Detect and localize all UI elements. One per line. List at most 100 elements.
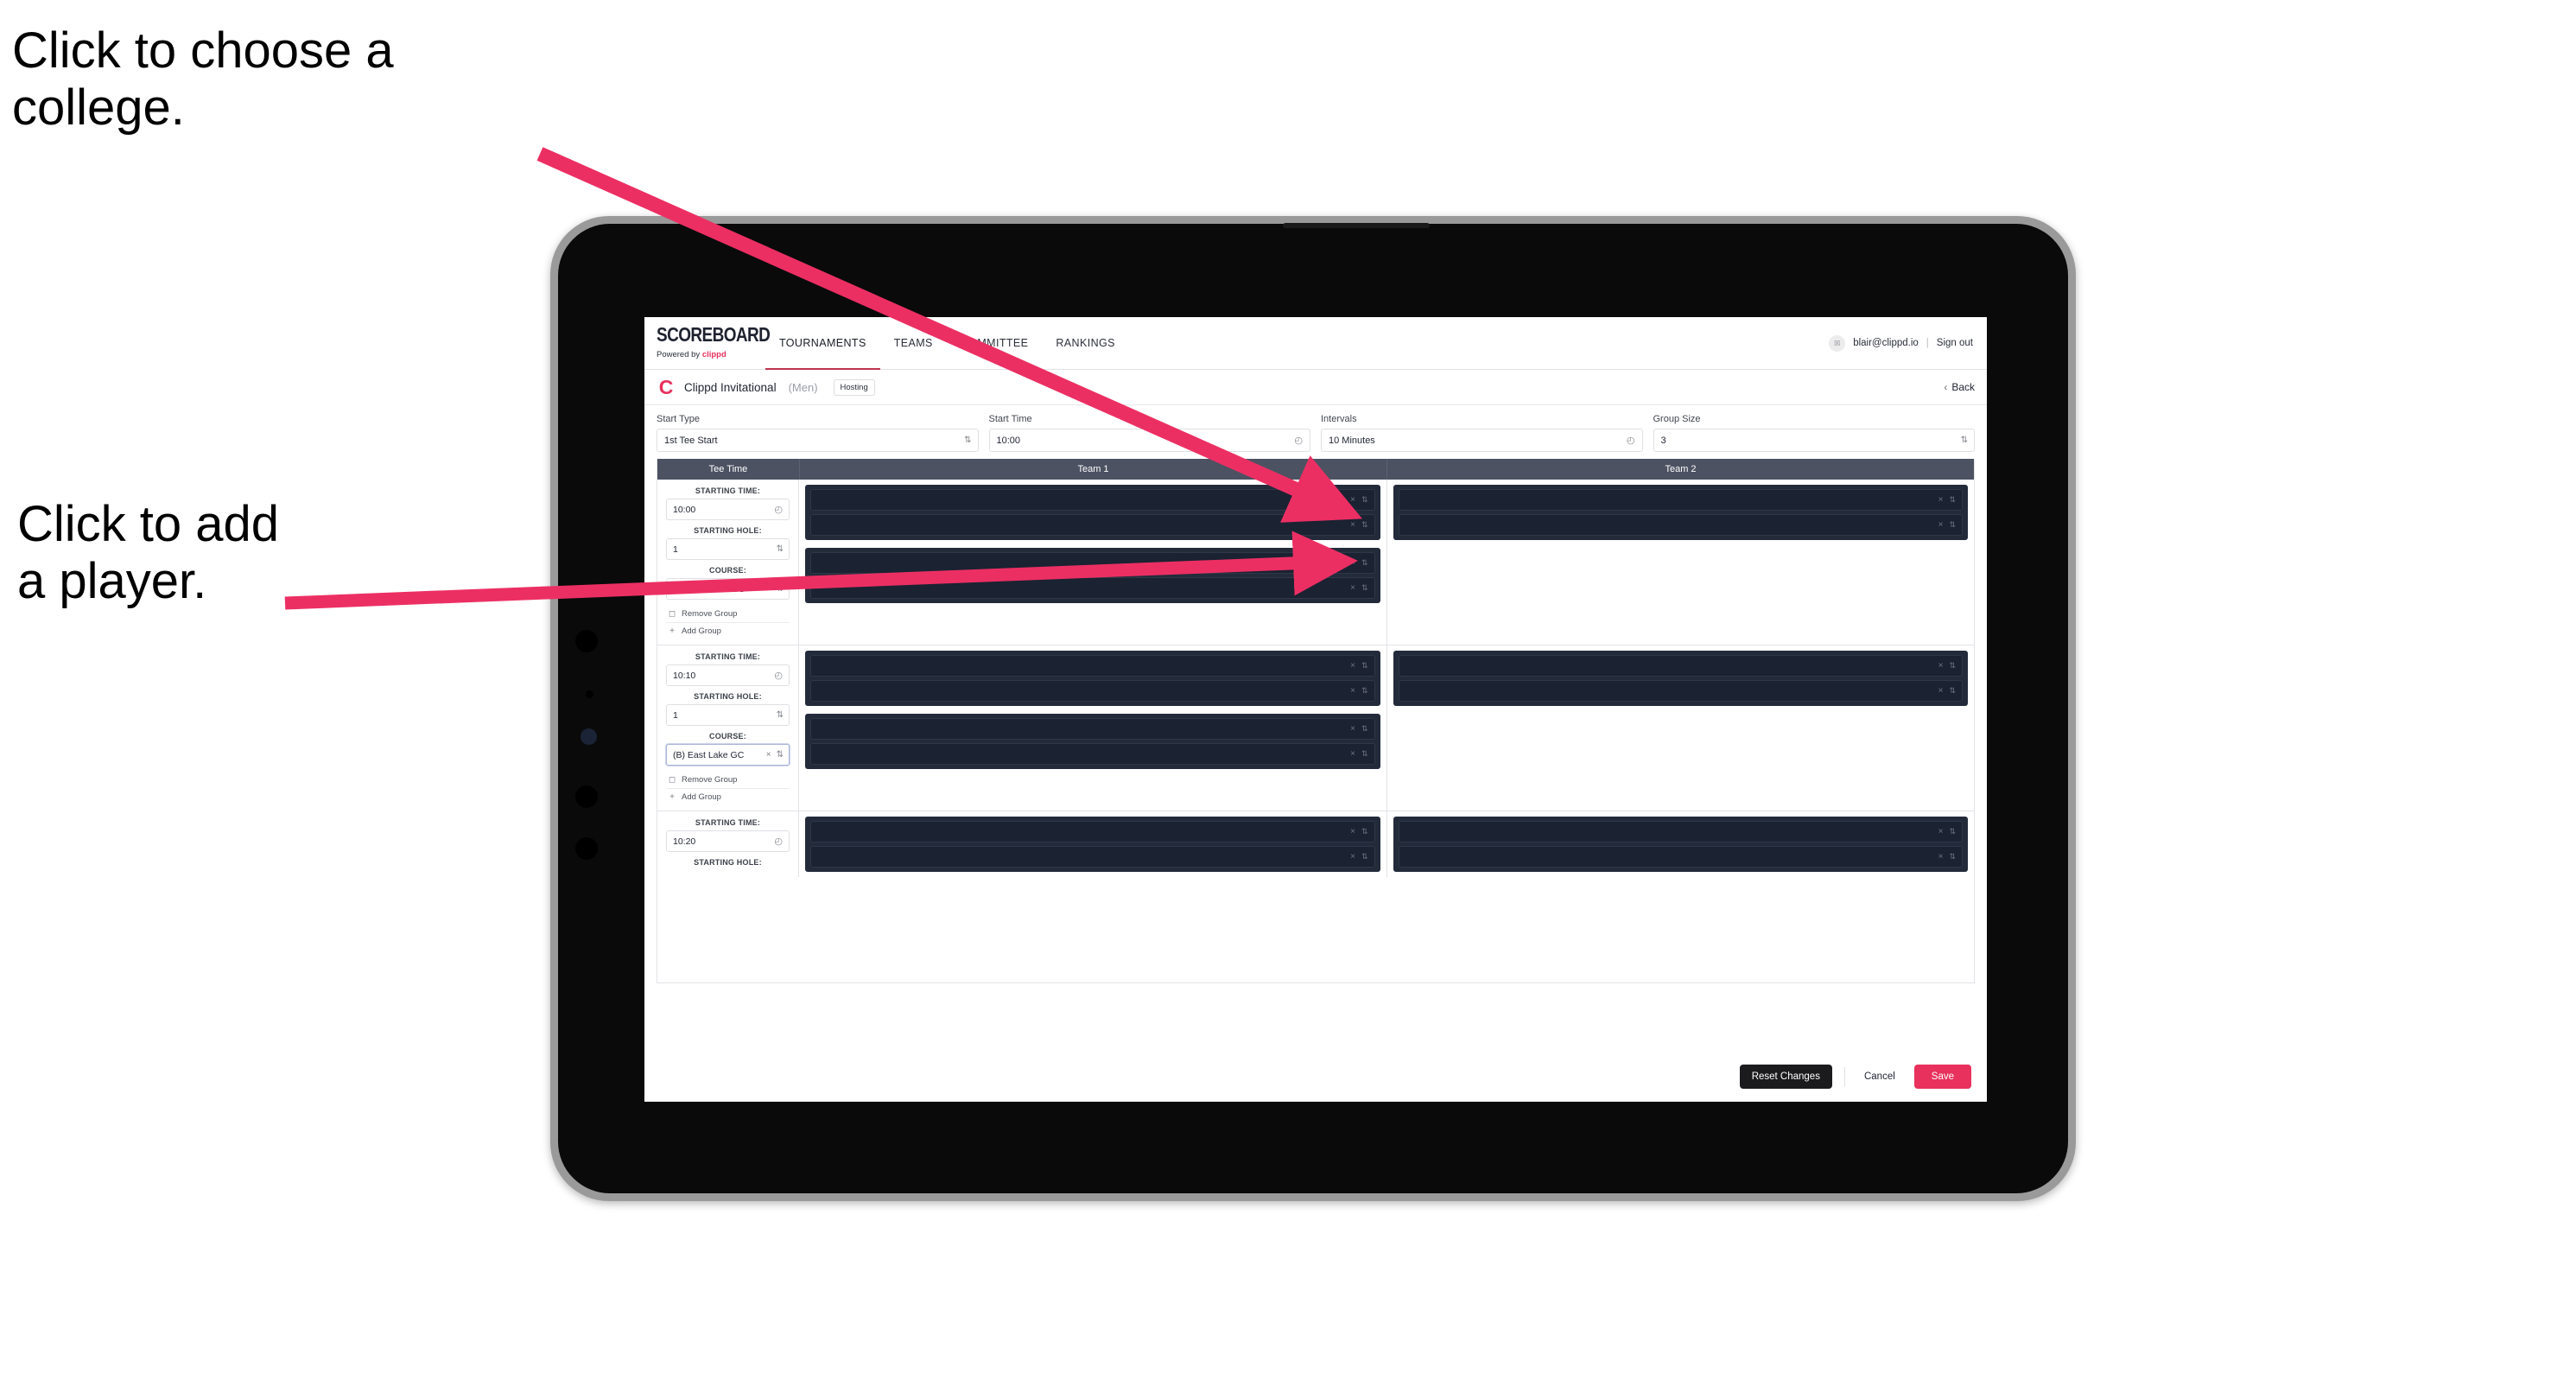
stepper-icon[interactable]: ⇅	[1949, 495, 1955, 505]
stepper-icon[interactable]: ⇅	[1361, 583, 1367, 593]
remove-group-button[interactable]: ◻ Remove Group	[666, 606, 790, 623]
stepper-icon[interactable]: ⇅	[777, 584, 784, 594]
stepper-icon[interactable]: ⇅	[1361, 827, 1367, 836]
clear-icon[interactable]: ×	[1938, 520, 1944, 530]
stepper-icon[interactable]: ⇅	[964, 436, 971, 445]
bezel-sensor-icon	[575, 837, 598, 860]
player-slot[interactable]: × ⇅	[810, 743, 1375, 765]
tab-committee[interactable]: COMMITTEE	[947, 317, 1043, 369]
player-slot[interactable]: × ⇅	[810, 489, 1375, 511]
reset-changes-button[interactable]: Reset Changes	[1739, 1065, 1832, 1089]
back-link[interactable]: ‹ Back	[1944, 381, 1975, 393]
stepper-icon[interactable]: ⇅	[1949, 852, 1955, 861]
stepper-icon[interactable]: ⇅	[777, 750, 784, 760]
stepper-icon[interactable]: ⇅	[1961, 436, 1968, 445]
player-slot[interactable]: × ⇅	[810, 718, 1375, 740]
add-group-button[interactable]: + Add Group	[666, 789, 790, 805]
clear-icon[interactable]: ×	[1350, 749, 1355, 759]
remove-group-label: Remove Group	[682, 775, 738, 785]
clock-icon[interactable]: ◴	[1294, 435, 1303, 446]
clock-icon[interactable]: ◴	[774, 670, 783, 681]
input-starting-time[interactable]: 10:10 ◴	[666, 664, 790, 686]
player-slot[interactable]: × ⇅	[1398, 680, 1963, 702]
brand-title: SCOREBOARD	[657, 324, 771, 347]
input-starting-hole[interactable]: 1 ⇅	[666, 538, 790, 560]
player-group-card: × ⇅ × ⇅	[805, 485, 1380, 540]
clear-icon[interactable]: ×	[766, 750, 771, 760]
nav-tabs: TOURNAMENTS TEAMS COMMITTEE RANKINGS	[765, 317, 1129, 370]
clear-icon[interactable]: ×	[1350, 852, 1355, 861]
stepper-icon[interactable]: ⇅	[1361, 749, 1367, 759]
camera-bar-icon	[1283, 223, 1431, 228]
stepper-icon[interactable]: ⇅	[777, 544, 784, 554]
clear-icon[interactable]: ×	[1350, 724, 1355, 734]
player-slot[interactable]: × ⇅	[1398, 514, 1963, 536]
save-button[interactable]: Save	[1913, 1065, 1971, 1089]
stepper-icon[interactable]: ⇅	[1949, 686, 1955, 696]
value-starting-hole: 1	[673, 709, 678, 721]
stepper-icon[interactable]: ⇅	[1949, 827, 1955, 836]
stepper-icon[interactable]: ⇅	[1361, 520, 1367, 530]
input-starting-time[interactable]: 10:20 ◴	[666, 830, 790, 852]
stepper-icon[interactable]: ⇅	[1361, 852, 1367, 861]
select-course[interactable]: (A) Peachtree GC × ⇅	[666, 578, 790, 600]
clear-icon[interactable]: ×	[1350, 661, 1355, 671]
cancel-button[interactable]: Cancel	[1857, 1065, 1902, 1089]
player-slot[interactable]: × ⇅	[1398, 846, 1963, 868]
tab-teams[interactable]: TEAMS	[880, 317, 947, 369]
player-slot[interactable]: × ⇅	[810, 577, 1375, 599]
input-intervals[interactable]: 10 Minutes ◴	[1321, 429, 1643, 452]
clear-icon[interactable]: ×	[1938, 827, 1944, 836]
player-slot[interactable]: × ⇅	[1398, 821, 1963, 842]
stepper-icon[interactable]: ⇅	[1361, 724, 1367, 734]
stepper-icon[interactable]: ⇅	[777, 710, 784, 720]
table-row: STARTING TIME: 10:00 ◴ STARTING HOLE: 1 …	[657, 480, 1974, 645]
clear-icon[interactable]: ×	[1350, 520, 1355, 530]
clock-icon[interactable]: ◴	[1627, 435, 1635, 446]
clear-icon[interactable]: ×	[1938, 495, 1944, 505]
clock-icon[interactable]: ◴	[774, 504, 783, 515]
label-starting-time: STARTING TIME:	[695, 652, 761, 661]
clear-icon[interactable]: ×	[1350, 495, 1355, 505]
player-slot[interactable]: × ⇅	[1398, 655, 1963, 677]
clear-icon[interactable]: ×	[1350, 827, 1355, 836]
player-slot[interactable]: × ⇅	[810, 552, 1375, 574]
input-start-time[interactable]: 10:00 ◴	[988, 429, 1310, 452]
clear-icon[interactable]: ×	[1350, 558, 1355, 568]
player-slot[interactable]: × ⇅	[810, 821, 1375, 842]
clear-icon[interactable]: ×	[1938, 686, 1944, 696]
select-group-size[interactable]: 3 ⇅	[1653, 429, 1975, 452]
clear-icon[interactable]: ×	[1938, 661, 1944, 671]
input-starting-time[interactable]: 10:00 ◴	[666, 499, 790, 520]
clear-icon[interactable]: ×	[766, 584, 771, 594]
user-email: blair@clippd.io	[1853, 338, 1919, 348]
add-group-button[interactable]: + Add Group	[666, 623, 790, 639]
footer-action-bar: Reset Changes Cancel Save	[644, 1051, 1987, 1102]
stepper-icon[interactable]: ⇅	[1361, 495, 1367, 505]
player-slot[interactable]: × ⇅	[1398, 489, 1963, 511]
stepper-icon[interactable]: ⇅	[1949, 520, 1955, 530]
player-slot[interactable]: × ⇅	[810, 680, 1375, 702]
sign-out-link[interactable]: Sign out	[1937, 338, 1973, 348]
player-slot[interactable]: × ⇅	[810, 846, 1375, 868]
remove-group-button[interactable]: ◻ Remove Group	[666, 772, 790, 789]
tablet-screen: SCOREBOARD Powered by clippd TOURNAMENTS…	[558, 223, 2068, 1193]
stepper-icon[interactable]: ⇅	[1361, 686, 1367, 696]
player-slot[interactable]: × ⇅	[810, 514, 1375, 536]
stepper-icon[interactable]: ⇅	[1361, 558, 1367, 568]
clock-icon[interactable]: ◴	[774, 836, 783, 847]
tab-rankings[interactable]: RANKINGS	[1042, 317, 1129, 369]
input-starting-hole[interactable]: 1 ⇅	[666, 704, 790, 726]
tab-tournaments[interactable]: TOURNAMENTS	[765, 317, 880, 370]
stepper-icon[interactable]: ⇅	[1361, 661, 1367, 671]
clear-icon[interactable]: ×	[1350, 583, 1355, 593]
player-slot[interactable]: × ⇅	[810, 655, 1375, 677]
clear-icon[interactable]: ×	[1938, 852, 1944, 861]
team-2-cell: × ⇅ × ⇅	[1387, 480, 1975, 645]
stepper-icon[interactable]: ⇅	[1949, 661, 1955, 671]
clear-icon[interactable]: ×	[1350, 686, 1355, 696]
select-start-type[interactable]: 1st Tee Start ⇅	[657, 429, 979, 452]
avatar[interactable]: ☒	[1829, 334, 1846, 352]
select-course[interactable]: (B) East Lake GC × ⇅	[666, 744, 790, 766]
brand-logo[interactable]: SCOREBOARD Powered by clippd	[644, 317, 771, 369]
